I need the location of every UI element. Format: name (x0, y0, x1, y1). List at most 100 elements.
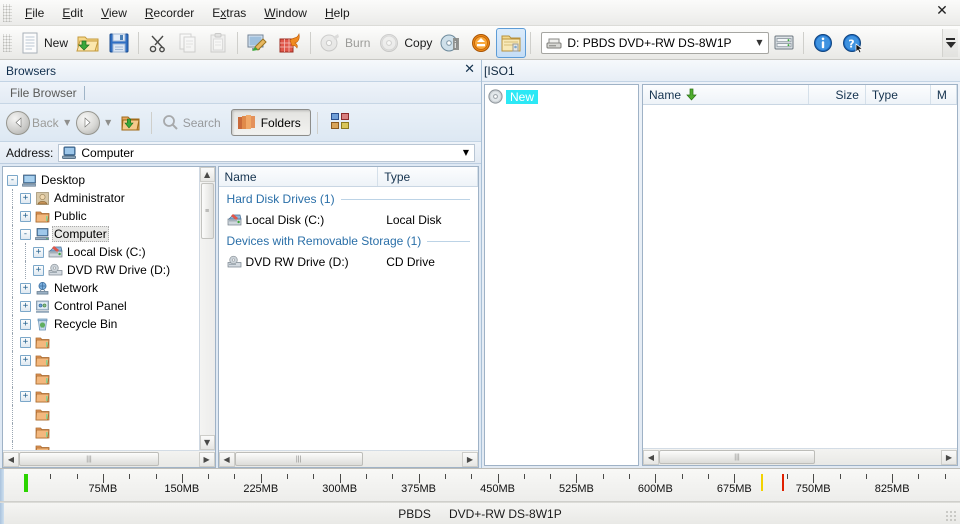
menu-recorder[interactable]: Recorder (136, 3, 203, 23)
scroll-thumb[interactable]: ≡ (200, 183, 214, 239)
cut-button[interactable] (143, 28, 173, 58)
copy-disc-button[interactable]: Copy (374, 28, 436, 58)
tree-item[interactable]: + Network (7, 279, 199, 297)
collapse-icon[interactable]: - (7, 174, 18, 186)
file-list-column-header[interactable]: Type (378, 167, 478, 186)
forward-button[interactable] (75, 110, 100, 135)
expand-icon[interactable]: + (20, 210, 31, 222)
menu-extras[interactable]: Extras (203, 3, 255, 23)
scroll-thumb[interactable]: ||| (234, 452, 363, 466)
scroll-thumb[interactable]: ||| (659, 450, 815, 464)
save-compilation-button[interactable] (104, 28, 134, 58)
scroll-thumb[interactable]: ||| (19, 452, 159, 466)
help-button[interactable]: ? (838, 28, 870, 58)
close-icon[interactable]: ✕ (934, 4, 950, 20)
burn-compilation-button[interactable]: Burn (315, 28, 374, 58)
scroll-left-icon[interactable]: ◀ (218, 451, 235, 467)
tree-item[interactable]: + Public (7, 207, 199, 225)
burn-image-button[interactable] (274, 28, 306, 58)
capacity-bar[interactable]: 75MB 150MB 225MB 300MB 375MB 450MB 525MB 600MB 6… (0, 468, 960, 502)
toolbar-overflow-button[interactable] (942, 29, 958, 57)
file-list-group-header[interactable]: Devices with Removable Storage (1) (219, 231, 478, 251)
scroll-right-icon[interactable]: ▶ (462, 451, 478, 467)
info-button[interactable] (808, 28, 838, 58)
back-history-dropdown[interactable]: ▼ (61, 118, 74, 127)
menu-window[interactable]: Window (255, 3, 316, 23)
scroll-left-icon[interactable]: ◀ (643, 449, 659, 465)
expand-icon[interactable]: + (33, 246, 44, 258)
file-list-column-header[interactable]: Name (219, 167, 379, 186)
open-compilation-button[interactable] (72, 28, 104, 58)
scroll-left-icon[interactable]: ◀ (3, 451, 19, 467)
expand-icon[interactable]: + (20, 300, 31, 312)
tree-item[interactable]: + (7, 387, 199, 405)
up-one-level-button[interactable] (117, 108, 145, 138)
scroll-right-icon[interactable]: ▶ (198, 451, 215, 467)
compilation-horizontal-scrollbar[interactable]: ◀ ||| ▶ (643, 448, 957, 465)
new-compilation-button[interactable]: New (16, 28, 72, 58)
expand-icon[interactable]: + (20, 390, 31, 402)
scroll-right-icon[interactable]: ▶ (941, 449, 957, 465)
menu-view[interactable]: View (92, 3, 136, 23)
tab-compilation-iso1[interactable]: [ISO1 (482, 64, 521, 78)
expand-icon[interactable]: + (20, 354, 31, 366)
tree-item[interactable]: - Desktop (7, 171, 199, 189)
menu-edit[interactable]: Edit (53, 3, 92, 23)
expand-icon[interactable]: + (20, 318, 31, 330)
erase-disc-button[interactable] (242, 28, 274, 58)
forward-history-dropdown[interactable]: ▼ (102, 118, 115, 127)
compilation-column-header[interactable]: Name (643, 85, 809, 104)
file-browser-toggle-button[interactable] (496, 27, 527, 58)
disc-tree-root[interactable]: New (488, 88, 638, 105)
eject-button[interactable] (466, 28, 496, 58)
tree-horizontal-scrollbar[interactable]: ◀ ||| ▶ (3, 450, 215, 467)
toolbar-gripper[interactable] (3, 33, 12, 52)
tree-item[interactable]: + (7, 333, 199, 351)
close-icon[interactable]: ✕ (464, 63, 475, 77)
expand-icon[interactable]: + (20, 282, 31, 294)
compilation-column-header[interactable]: Size (809, 85, 866, 104)
menu-help[interactable]: Help (316, 3, 359, 23)
file-list-body[interactable]: Hard Disk Drives (1) Local Disk (C:) Local… (219, 187, 478, 450)
view-mode-button[interactable] (324, 107, 356, 138)
tab-file-browser[interactable]: File Browser (10, 85, 85, 100)
paste-button[interactable] (203, 28, 233, 58)
tree-item[interactable]: - Computer (7, 225, 199, 243)
address-input[interactable]: Computer ▼ (58, 143, 475, 162)
disc-tree-pane[interactable]: New (484, 84, 639, 466)
tree-item[interactable]: + Control Panel (7, 297, 199, 315)
tree-item[interactable]: + Recycle Bin (7, 315, 199, 333)
compilation-list-body[interactable] (643, 105, 957, 448)
collapse-icon[interactable]: - (20, 228, 31, 240)
expand-icon[interactable]: + (20, 336, 31, 348)
folders-toggle-button[interactable]: Folders (230, 109, 311, 136)
menu-gripper[interactable] (3, 3, 12, 22)
tree-item[interactable]: + Administrator (7, 189, 199, 207)
folder-tree[interactable]: - Desktop + Administrator + Public - Computer + L… (3, 167, 199, 450)
drive-settings-button[interactable] (769, 28, 799, 58)
file-list-horizontal-scrollbar[interactable]: ◀ ||| ▶ (218, 450, 478, 467)
tree-item[interactable] (7, 423, 199, 441)
scroll-up-icon[interactable]: ▲ (199, 167, 215, 182)
file-list-row[interactable]: DVD RW Drive (D:) CD Drive (219, 251, 478, 273)
file-list-row[interactable]: Local Disk (C:) Local Disk (219, 209, 478, 231)
copy-button[interactable] (173, 28, 203, 58)
search-button[interactable]: Search (158, 111, 229, 134)
disc-info-button[interactable]: i (436, 28, 466, 58)
back-button[interactable] (6, 110, 30, 135)
chevron-down-icon[interactable]: ▼ (463, 148, 472, 157)
drive-selector[interactable]: D: PBDS DVD+-RW DS-8W1P ▼ (541, 31, 770, 54)
tree-vertical-scrollbar[interactable]: ▲ ≡ ▼ (198, 167, 215, 450)
tree-item[interactable] (7, 405, 199, 423)
menu-file[interactable]: File (16, 3, 53, 23)
expand-icon[interactable]: + (33, 264, 44, 276)
compilation-column-header[interactable]: Type (866, 85, 931, 104)
scroll-down-icon[interactable]: ▼ (199, 435, 215, 450)
file-list-group-header[interactable]: Hard Disk Drives (1) (219, 189, 478, 209)
tree-item[interactable]: + (7, 351, 199, 369)
tree-item[interactable] (7, 441, 199, 450)
resize-grip-icon[interactable] (945, 510, 957, 522)
tree-item[interactable]: + DVD RW Drive (D:) (7, 261, 199, 279)
expand-icon[interactable]: + (20, 192, 31, 204)
tree-item[interactable] (7, 369, 199, 387)
